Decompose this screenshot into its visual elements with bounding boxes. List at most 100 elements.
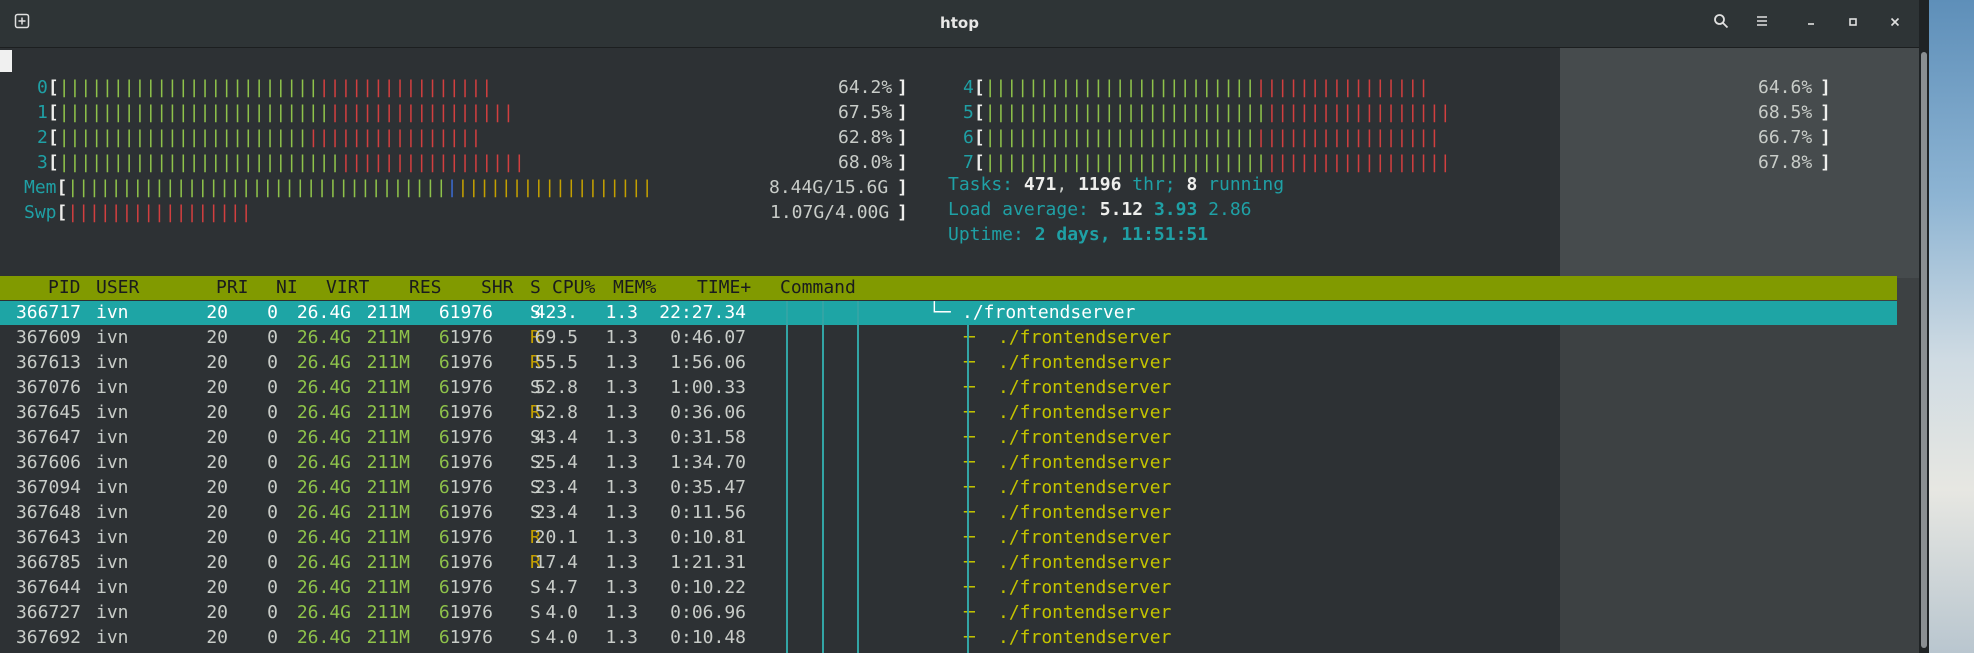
process-row[interactable]: 367606 ivn 20 0 26.4G 211M 61976 S 25.4 1.3 1:34.7… xyxy=(0,450,1897,475)
meter-bracket: ] xyxy=(897,127,908,148)
shr-cell: 61976 xyxy=(438,377,493,398)
process-row[interactable]: 367647 ivn 20 0 26.4G 211M 61976 S 43.4 1.3 0:31.5… xyxy=(0,425,1897,450)
menu-icon[interactable] xyxy=(1748,10,1776,38)
column-header-pid[interactable]: PID xyxy=(48,275,81,300)
cpu-meter-bar: ||||||||||||||||||||||||||||||||||||||||… xyxy=(985,77,1429,98)
command-cell: ./frontendserver xyxy=(998,502,1172,523)
process-table-header[interactable]: PID USER PRI NI VIRT RES SHR S CPU% MEM% TIME+ Comm… xyxy=(0,276,1897,300)
pid-cell: 367606 xyxy=(15,452,81,473)
user-cell: ivn xyxy=(96,402,129,423)
kernel-bar: |||||||||||||||| xyxy=(307,127,482,148)
maximize-icon[interactable] xyxy=(1839,10,1867,38)
pid-cell: 367644 xyxy=(15,577,81,598)
virt-cell: 26.4G xyxy=(296,602,351,623)
ni-cell: 0 xyxy=(267,527,278,548)
cpu-meter-value: 67.8% xyxy=(1758,152,1813,173)
cpu-meter-bar: ||||||||||||||||||||||||||||||||||||||||… xyxy=(985,152,1451,173)
uptime-line: Uptime: 2 days, 11:51:51 xyxy=(948,224,1209,245)
process-row[interactable]: 366785 ivn 20 0 26.4G 211M 61976 R 17.4 1.3 1:21.3… xyxy=(0,550,1897,575)
meter-bracket: [ xyxy=(56,202,68,223)
cpu-meter-value: 64.2% xyxy=(838,77,893,98)
process-row[interactable]: 367644 ivn 20 0 26.4G 211M 61976 S 4.7 1.3 0:10.22… xyxy=(0,575,1897,600)
process-row[interactable]: 367609 ivn 20 0 26.4G 211M 61976 R 69.5 1.3 0:46.0… xyxy=(0,325,1897,350)
column-header-command[interactable]: Command xyxy=(780,275,856,300)
cache-bar: |||||||||||||||||| xyxy=(457,177,653,198)
mem-cell: 1.3 xyxy=(605,402,638,423)
column-header-ni[interactable]: NI xyxy=(276,275,298,300)
scrollbar[interactable] xyxy=(1919,0,1929,653)
process-row[interactable]: 366717 ivn 20 0 26.4G 211M 61976 S 423. 1.3 22:27.… xyxy=(0,300,1897,325)
tree-branch: └─ xyxy=(929,302,951,323)
process-row[interactable]: 367643 ivn 20 0 26.4G 211M 61976 R 20.1 1.3 0:10.8… xyxy=(0,525,1897,550)
meter-bracket: ] xyxy=(897,202,908,223)
shr-cell: 61976 xyxy=(438,452,493,473)
res-cell: 211M xyxy=(366,402,410,423)
cpu-cell: 23.4 xyxy=(534,502,578,523)
terminal-area[interactable]: 0[||||||||||||||||||||||||||||||||||||||… xyxy=(0,48,1919,653)
cpu-meter-value: 68.0% xyxy=(838,152,893,173)
tree-branch: ─ xyxy=(964,452,975,473)
pid-cell: 367094 xyxy=(15,477,81,498)
tasks-line: Tasks: 471, 1196 thr; 8 running xyxy=(948,174,1285,195)
process-row[interactable]: 367645 ivn 20 0 26.4G 211M 61976 R 52.8 1.3 0:36.0… xyxy=(0,400,1897,425)
meter-bracket: [ xyxy=(47,127,59,148)
mem-cell: 1.3 xyxy=(605,427,638,448)
virt-cell: 26.4G xyxy=(296,627,351,648)
user-cell: ivn xyxy=(96,577,129,598)
cpu-meter-4: 4[||||||||||||||||||||||||||||||||||||||… xyxy=(963,75,1831,100)
load-average-line: Load average: 5.12 3.93 2.86 xyxy=(948,199,1252,220)
column-header-user[interactable]: USER xyxy=(96,275,139,300)
cpu-meter-bar: ||||||||||||||||||||||||||||||||||||||||… xyxy=(59,102,514,123)
shr-cell: 61976 xyxy=(438,502,493,523)
tree-branch: ─ xyxy=(964,327,975,348)
user-cell: ivn xyxy=(96,302,129,323)
process-row[interactable]: 367648 ivn 20 0 26.4G 211M 61976 S 23.4 1.3 0:11.5… xyxy=(0,500,1897,525)
pri-cell: 20 xyxy=(206,327,228,348)
cpu-meter-value: 66.7% xyxy=(1758,127,1813,148)
cpu-cell: 4.0 xyxy=(545,602,578,623)
pid-cell: 367692 xyxy=(15,627,81,648)
pri-cell: 20 xyxy=(206,527,228,548)
close-icon[interactable] xyxy=(1881,10,1909,38)
mem-cell: 1.3 xyxy=(605,327,638,348)
column-header-virt[interactable]: VIRT xyxy=(326,275,369,300)
virt-cell: 26.4G xyxy=(296,452,351,473)
cpu-meter-6: 6[||||||||||||||||||||||||||||||||||||||… xyxy=(963,125,1831,150)
process-row[interactable]: 367076 ivn 20 0 26.4G 211M 61976 S 52.8 1.3 1:00.3… xyxy=(0,375,1897,400)
column-header-pri[interactable]: PRI xyxy=(216,275,249,300)
column-header-res[interactable]: RES xyxy=(409,275,442,300)
time-cell: 1:34.70 xyxy=(670,452,746,473)
kernel-bar: ||||||||||||||||| xyxy=(329,102,514,123)
user-bar: |||||||||||||||||||||||||| xyxy=(58,152,341,173)
pid-cell: 367645 xyxy=(15,402,81,423)
search-icon[interactable] xyxy=(1707,10,1735,38)
cpu-meter-value: 62.8% xyxy=(838,127,893,148)
cpu-meter-value: 64.6% xyxy=(1758,77,1813,98)
user-cell: ivn xyxy=(96,377,129,398)
process-row[interactable]: 366727 ivn 20 0 26.4G 211M 61976 S 4.0 1.3 0:06.96… xyxy=(0,600,1897,625)
ni-cell: 0 xyxy=(267,402,278,423)
user-bar: |||||||||||||||||||||||||| xyxy=(984,102,1267,123)
process-row[interactable]: 367094 ivn 20 0 26.4G 211M 61976 S 23.4 1.3 0:35.4… xyxy=(0,475,1897,500)
scrollbar-thumb[interactable] xyxy=(1921,52,1927,648)
shr-cell: 61976 xyxy=(438,627,493,648)
command-cell: ./frontendserver xyxy=(998,602,1172,623)
res-cell: 211M xyxy=(366,377,410,398)
process-row[interactable]: 367692 ivn 20 0 26.4G 211M 61976 S 4.0 1.3 0:10.48… xyxy=(0,625,1897,650)
command-cell: ./frontendserver xyxy=(998,577,1172,598)
ni-cell: 0 xyxy=(267,602,278,623)
minimize-icon[interactable] xyxy=(1797,10,1825,38)
mem-cell: 1.3 xyxy=(605,352,638,373)
pri-cell: 20 xyxy=(206,352,228,373)
pid-cell: 367648 xyxy=(15,502,81,523)
pid-cell: 367647 xyxy=(15,427,81,448)
column-header-mem[interactable]: MEM% xyxy=(613,275,656,300)
meter-bracket: ] xyxy=(1820,127,1831,148)
column-header-s[interactable]: S xyxy=(530,275,541,300)
column-header-time[interactable]: TIME+ xyxy=(697,275,751,300)
column-header-shr[interactable]: SHR xyxy=(481,275,514,300)
mem-meter-value: 8.44G/15.6G xyxy=(769,177,889,198)
column-header-cpu[interactable]: CPU% xyxy=(552,275,595,300)
process-row[interactable]: 367613 ivn 20 0 26.4G 211M 61976 R 55.5 1.3 1:56.0… xyxy=(0,350,1897,375)
tree-branch: ─ xyxy=(964,577,975,598)
